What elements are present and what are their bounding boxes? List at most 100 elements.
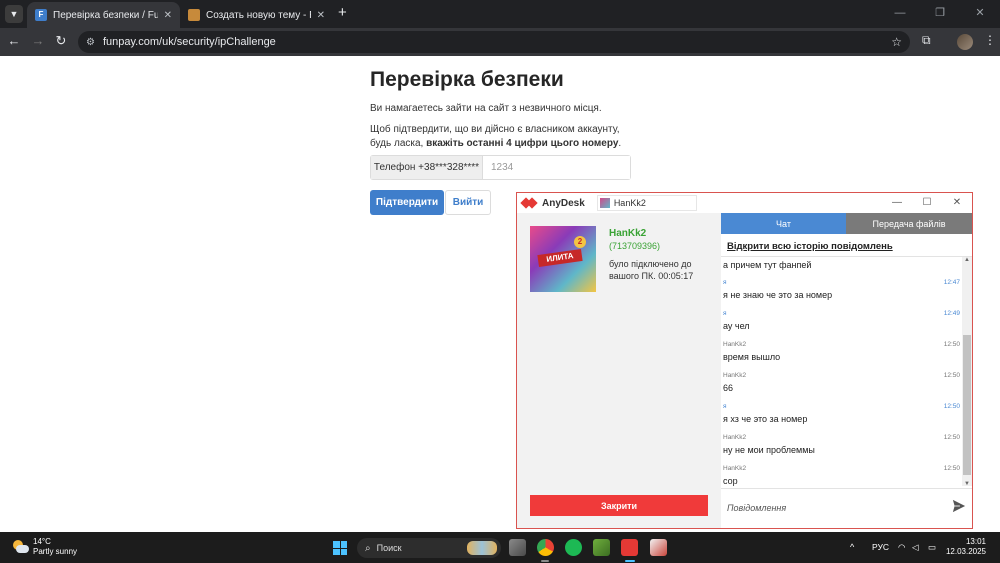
tab-chat[interactable]: Чат	[721, 213, 846, 234]
tray-overflow-icon[interactable]: ^	[850, 542, 854, 552]
taskbar-search[interactable]: ⌕ Поиск	[357, 538, 501, 558]
url-text: funpay.com/uk/security/ipChallenge	[102, 36, 276, 48]
message-meta: HanKk2 12:50	[723, 465, 960, 475]
restore-icon[interactable]: ❐	[920, 0, 960, 28]
message-time: 12:47	[943, 279, 960, 286]
site-info-icon[interactable]: ⚙	[86, 37, 95, 48]
tab-funpay[interactable]: F Перевірка безпеки / FunPay ✕	[27, 2, 180, 28]
message-text: 66	[723, 383, 734, 393]
tab-title: Создать новую тему - ReallyW	[206, 9, 311, 21]
message-sender: HanKk2	[723, 372, 747, 379]
phone-digits-input[interactable]	[483, 156, 630, 179]
search-label: Поиск	[376, 543, 402, 553]
windows-taskbar: 14°C Partly sunny ⌕ Поиск ^ РУС ◠ ◁ ▭ 13…	[0, 532, 1000, 563]
anydesk-active-indicator	[625, 560, 635, 562]
scroll-down-icon[interactable]: ▼	[962, 481, 972, 486]
message-time: 12:50	[943, 465, 960, 472]
start-icon[interactable]	[333, 541, 347, 555]
message-sender: HanKk2	[723, 341, 747, 348]
instruction-end: .	[618, 138, 622, 149]
chat-message: HanKk2 12:50 сор	[723, 465, 960, 486]
message-sender: я	[723, 310, 727, 317]
back-icon[interactable]: ←	[6, 33, 22, 48]
confirm-button[interactable]: Підтвердити	[370, 190, 444, 215]
anydesk-app-name: AnyDesk	[542, 197, 585, 209]
reload-icon[interactable]: ↻	[53, 33, 69, 49]
remote-user-id: (713709396)	[609, 241, 661, 251]
clock-date: 12.03.2025	[945, 547, 986, 556]
battery-icon[interactable]: ▭	[928, 542, 936, 553]
task-view-icon[interactable]	[509, 539, 526, 556]
new-tab-icon[interactable]: +	[338, 4, 347, 21]
tab-reallyworld[interactable]: Создать новую тему - ReallyW ✕	[180, 2, 333, 28]
anydesk-window: AnyDesk HanKk2 — ☐ ✕ ИЛИТА 2 HanKk2 (713…	[516, 192, 973, 529]
chat-message: я 12:49 ау чел	[723, 310, 960, 331]
volume-icon[interactable]: ◁	[912, 542, 919, 553]
minimize-icon[interactable]: —	[880, 0, 920, 28]
message-meta: я 12:49	[723, 310, 960, 320]
message-text: сор	[723, 476, 738, 486]
tab-title: Перевірка безпеки / FunPay	[53, 9, 158, 21]
open-history-link[interactable]: Відкрити всю історію повідомлень	[727, 241, 893, 252]
weather-icon[interactable]	[13, 540, 29, 554]
tab-file-transfer[interactable]: Передача файлів	[846, 213, 972, 234]
browser-toolbar: ← → ↻ ⚙ funpay.com/uk/security/ipChallen…	[0, 28, 1000, 56]
browser-menu-icon[interactable]: ⋮	[984, 33, 996, 47]
browser-tabstrip: ▼ F Перевірка безпеки / FunPay ✕ Создать…	[0, 0, 1000, 28]
close-window-icon[interactable]: ✕	[960, 0, 1000, 28]
weather-temp: 14°C	[33, 537, 51, 546]
remote-user-avatar: ИЛИТА 2	[530, 226, 596, 292]
anydesk-titlebar: AnyDesk HanKk2 — ☐ ✕	[517, 193, 972, 213]
chrome-icon[interactable]	[537, 539, 554, 556]
message-sender: я	[723, 403, 727, 410]
message-text: ау чел	[723, 321, 750, 331]
chat-message: HanKk2 12:50 66	[723, 372, 960, 393]
spotify-icon[interactable]	[565, 539, 582, 556]
profile-avatar[interactable]	[957, 34, 973, 50]
chat-message: HanKk2 12:50 ну не мои проблеммы	[723, 434, 960, 455]
anydesk-chat-panel: Чат Передача файлів Відкрити всю історію…	[721, 213, 972, 528]
bookmark-star-icon[interactable]: ☆	[891, 35, 902, 49]
forward-icon[interactable]: →	[30, 33, 46, 48]
tab-search-button[interactable]: ▼	[5, 5, 23, 23]
address-bar[interactable]: ⚙ funpay.com/uk/security/ipChallenge ☆	[78, 31, 910, 53]
exit-button[interactable]: Вийти	[445, 190, 491, 215]
anydesk-taskbar-icon[interactable]	[621, 539, 638, 556]
send-icon[interactable]	[952, 499, 966, 513]
message-compose	[721, 488, 972, 528]
message-meta: я 12:50	[723, 403, 960, 413]
minimize-icon[interactable]: —	[882, 193, 912, 213]
chrome-running-indicator	[541, 560, 549, 562]
weather-condition: Partly sunny	[33, 547, 78, 556]
message-sender: я	[723, 279, 727, 286]
scroll-up-icon[interactable]: ▲	[962, 257, 972, 263]
minecraft-icon[interactable]	[593, 539, 610, 556]
close-session-button[interactable]: Закрити	[530, 495, 708, 516]
maximize-icon[interactable]: ☐	[912, 193, 942, 213]
chat-scrollbar[interactable]: ▲ ▼	[962, 257, 972, 486]
close-tab-icon[interactable]: ✕	[164, 10, 172, 21]
message-sender: HanKk2	[723, 465, 747, 472]
avatar-band-text: ИЛИТА	[537, 248, 583, 268]
chat-message: я 12:50 я хз че это за номер	[723, 403, 960, 424]
anydesk-session-tab[interactable]: HanKk2	[596, 195, 697, 211]
anydesk-profile-panel: ИЛИТА 2 HanKk2 (713709396) було підключе…	[517, 213, 721, 528]
search-icon: ⌕	[365, 542, 371, 554]
message-time: 12:49	[943, 310, 960, 317]
close-tab-icon[interactable]: ✕	[317, 10, 325, 21]
wifi-icon[interactable]: ◠	[898, 542, 905, 553]
scroll-thumb[interactable]	[963, 335, 971, 475]
taskbar-clock[interactable]: 13:01 12.03.2025	[946, 537, 986, 557]
anydesk-window-controls: — ☐ ✕	[882, 193, 972, 213]
language-indicator[interactable]: РУС	[872, 542, 889, 552]
phone-prefix: Телефон +38***328****	[371, 156, 483, 179]
page-title: Перевірка безпеки	[370, 68, 564, 91]
remote-user-name: HanKk2	[609, 228, 647, 239]
app-icon[interactable]	[650, 539, 667, 556]
chat-messages[interactable]: а причем тут фанпей я 12:47 я не знаю че …	[721, 256, 972, 486]
session-tab-label: HanKk2	[613, 198, 646, 208]
message-input[interactable]	[727, 499, 937, 517]
close-window-icon[interactable]: ✕	[942, 193, 972, 213]
weather-widget[interactable]: 14°C Partly sunny	[33, 537, 77, 557]
extensions-icon[interactable]: ⧉	[922, 33, 931, 48]
